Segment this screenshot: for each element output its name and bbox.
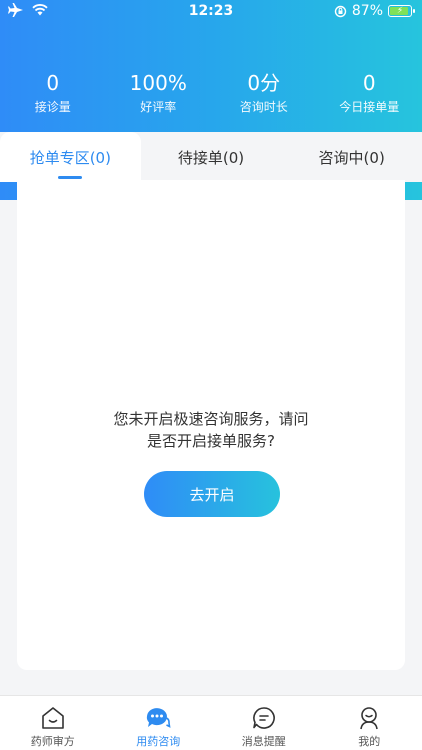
stat-value: 100% — [129, 71, 187, 95]
tab-indicator — [58, 176, 83, 179]
battery-percent: 87% — [351, 3, 383, 19]
rotation-lock-icon — [334, 5, 347, 17]
home-icon — [41, 707, 64, 729]
tab-grab-orders[interactable]: 抢单专区(0) — [0, 132, 141, 182]
tab-label: 待接单(0) — [177, 149, 245, 167]
stat-rating: 100% 好评率 — [106, 70, 212, 115]
tab-label: 咨询中(0) — [318, 149, 385, 167]
stat-consultations: 0 接诊量 — [0, 70, 106, 115]
enable-service-button[interactable]: 去开启 — [144, 471, 280, 517]
nav-item-profile[interactable]: 我的 — [317, 696, 422, 750]
nav-item-notifications[interactable]: 消息提醒 — [211, 696, 317, 750]
stat-duration: 0分 咨询时长 — [211, 70, 317, 115]
nav-label: 消息提醒 — [241, 735, 286, 748]
message-line-1: 您未开启极速咨询服务，请问 — [113, 410, 309, 428]
stats-row: 0 接诊量 100% 好评率 0分 咨询时长 0 今日接单量 — [0, 70, 422, 115]
stat-label: 咨询时长 — [239, 100, 288, 114]
stat-value: 0分 — [247, 71, 281, 95]
nav-label: 我的 — [358, 735, 381, 748]
stat-label: 好评率 — [140, 100, 177, 114]
stat-label: 接诊量 — [34, 100, 71, 114]
message-line-2: 是否开启接单服务? — [147, 432, 275, 450]
tab-bar: 抢单专区(0) 待接单(0) 咨询中(0) — [0, 132, 422, 182]
content-panel: 您未开启极速咨询服务，请问 是否开启接单服务? 去开启 — [17, 180, 405, 670]
tab-label: 抢单专区(0) — [29, 149, 111, 167]
stat-value: 0 — [46, 71, 60, 95]
stat-value: 0 — [362, 71, 376, 95]
stat-today-orders: 0 今日接单量 — [317, 70, 422, 115]
user-icon — [360, 707, 379, 730]
tab-in-consultation[interactable]: 咨询中(0) — [281, 132, 422, 182]
stat-label: 今日接单量 — [339, 100, 400, 114]
chat-bubble-icon — [147, 708, 171, 728]
message-icon — [252, 707, 275, 729]
empty-state-message: 您未开启极速咨询服务，请问 是否开启接单服务? — [17, 408, 405, 452]
nav-label: 用药咨询 — [136, 735, 181, 748]
nav-item-medication-consult[interactable]: 用药咨询 — [106, 696, 212, 750]
bottom-nav: 药师审方 用药咨询 消息提醒 我的 — [0, 695, 422, 750]
nav-item-prescription-review[interactable]: 药师审方 — [0, 696, 106, 750]
nav-label: 药师审方 — [30, 735, 75, 748]
battery-icon: ⚡ — [388, 5, 415, 17]
tab-pending[interactable]: 待接单(0) — [141, 132, 282, 182]
status-bar: 12:23 87% ⚡ — [0, 0, 422, 24]
